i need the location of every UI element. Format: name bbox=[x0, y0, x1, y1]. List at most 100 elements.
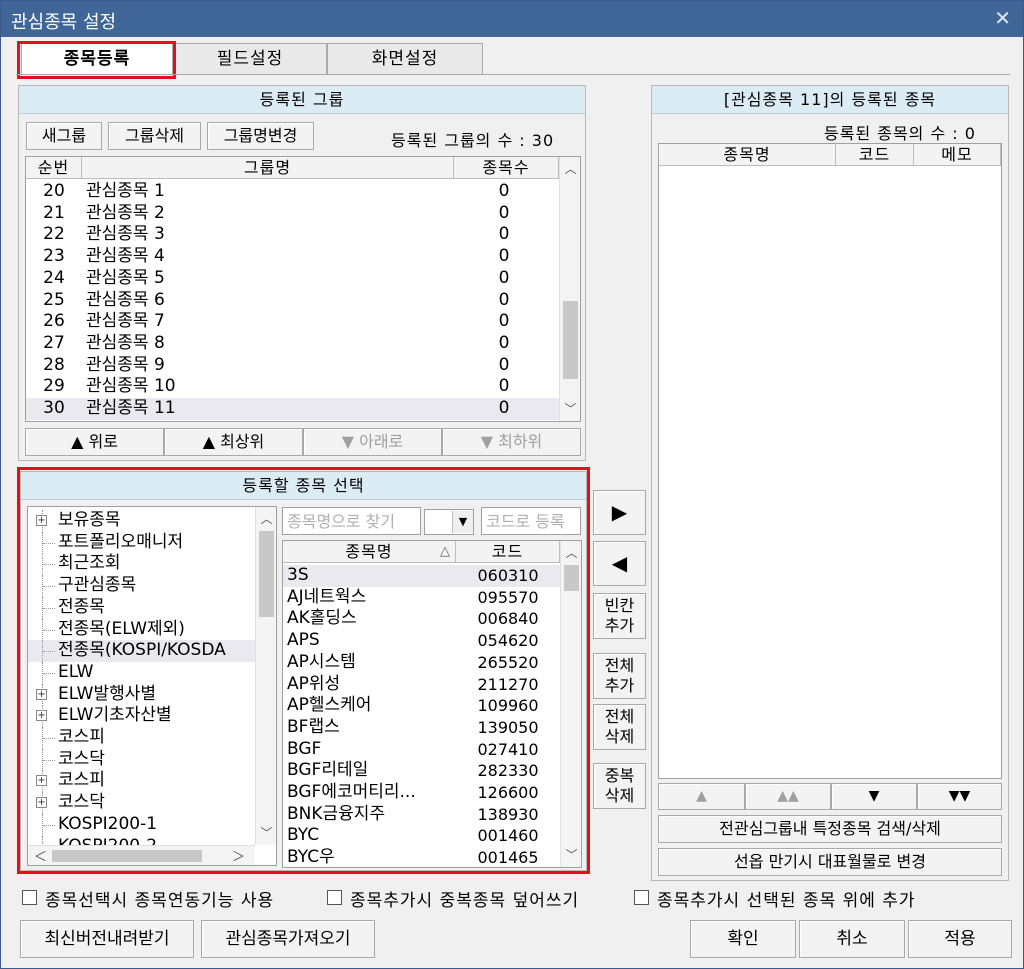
tree-item[interactable]: 최근조회 bbox=[28, 553, 255, 576]
group-row[interactable]: 29 관심종목 10 0 bbox=[26, 376, 559, 398]
remove-stock-button[interactable]: ◀ bbox=[593, 541, 646, 586]
new-group-button[interactable]: 새그룹 bbox=[26, 122, 102, 150]
reg-top-button[interactable]: ▲▲ bbox=[745, 783, 831, 810]
stock-row[interactable]: APS 054620 bbox=[283, 630, 560, 652]
stock-row[interactable]: BGF리테일 282330 bbox=[283, 760, 560, 782]
stock-name-search-input[interactable] bbox=[282, 507, 421, 535]
group-row[interactable]: 21 관심종목 2 0 bbox=[26, 203, 559, 225]
group-row[interactable]: 24 관심종목 5 0 bbox=[26, 268, 559, 290]
search-type-dropdown[interactable]: ▼ bbox=[424, 509, 474, 535]
expand-icon[interactable]: + bbox=[36, 515, 47, 526]
futures-change-button[interactable]: 선옵 만기시 대표월물로 변경 bbox=[658, 848, 1002, 876]
stock-list[interactable]: 종목명 △ 코드 3S 060310 AJ네트웍스 095570 AK홀딩스 006840… bbox=[282, 540, 582, 868]
group-row[interactable]: 26 관심종목 7 0 bbox=[26, 311, 559, 333]
rename-group-button[interactable]: 그룹명변경 bbox=[207, 122, 314, 150]
tree-hscroll[interactable]: ＜ ＞ bbox=[28, 845, 255, 865]
close-icon[interactable]: ✕ bbox=[994, 6, 1011, 30]
col-header-group-name[interactable]: 그룹명 bbox=[82, 157, 454, 179]
delete-group-button[interactable]: 그룹삭제 bbox=[108, 122, 201, 150]
reg-down-button[interactable]: ▼ bbox=[831, 783, 917, 810]
group-row[interactable]: 23 관심종목 4 0 bbox=[26, 246, 559, 268]
expand-icon[interactable]: + bbox=[36, 688, 47, 700]
stock-row[interactable]: BNK금융지주 138930 bbox=[283, 804, 560, 826]
category-tree[interactable]: + 보유종목 포트폴리오매니저 최근조회 구관심종목 전종목 전종목(ELW제외) 전종목(K… bbox=[27, 506, 277, 866]
stock-row[interactable]: AP헬스케어 109960 bbox=[283, 695, 560, 717]
tree-item[interactable]: 전종목(ELW제외) bbox=[28, 618, 255, 641]
group-row[interactable]: 20 관심종목 1 0 bbox=[26, 181, 559, 203]
hscroll-left-icon[interactable]: ＜ bbox=[34, 846, 47, 865]
expand-icon[interactable]: + bbox=[36, 775, 47, 787]
tree-scroll-down-icon[interactable]: ﹀ bbox=[256, 823, 276, 843]
stock-row[interactable]: BF랩스 139050 bbox=[283, 717, 560, 739]
tree-item[interactable]: 구관심종목 bbox=[28, 575, 255, 598]
expand-icon[interactable]: + bbox=[36, 797, 47, 809]
col-header-reg-code[interactable]: 코드 bbox=[836, 144, 914, 166]
stock-row[interactable]: AJ네트웍스 095570 bbox=[283, 587, 560, 609]
add-stock-button[interactable]: ▶ bbox=[593, 490, 646, 535]
group-row[interactable]: 30 관심종목 11 0 bbox=[26, 398, 559, 420]
col-header-code[interactable]: 코드 bbox=[456, 541, 560, 563]
stock-scroll-down-icon[interactable]: ﹀ bbox=[561, 845, 581, 865]
col-header-stock-name[interactable]: 종목명 △ bbox=[283, 541, 456, 563]
tree-scroll-thumb[interactable] bbox=[259, 531, 274, 617]
chevron-down-icon[interactable]: ▼ bbox=[452, 511, 473, 533]
search-delete-button[interactable]: 전관심그룹내 특정종목 검색/삭제 bbox=[658, 815, 1002, 843]
col-header-count[interactable]: 종목수 bbox=[454, 157, 559, 179]
download-latest-button[interactable]: 최신버전내려받기 bbox=[20, 920, 194, 958]
import-watchlist-button[interactable]: 관심종목가져오기 bbox=[201, 920, 375, 958]
tree-item[interactable]: 코스피 bbox=[28, 727, 255, 749]
stock-row[interactable]: AP위성 211270 bbox=[283, 674, 560, 696]
group-row[interactable]: 28 관심종목 9 0 bbox=[26, 355, 559, 377]
stock-row[interactable]: BYC우 001465 bbox=[283, 847, 560, 867]
tree-item[interactable]: + 코스닥 bbox=[28, 792, 255, 815]
group-row[interactable]: 27 관심종목 8 0 bbox=[26, 333, 559, 355]
col-header-no[interactable]: 순번 bbox=[26, 157, 82, 179]
groups-scrollbar[interactable]: ︿ ﹀ bbox=[559, 157, 580, 421]
tree-item[interactable]: 포트폴리오매니저 bbox=[28, 531, 255, 554]
option-overwrite-checkbox[interactable] bbox=[327, 890, 342, 905]
tree-item[interactable]: 코스닥 bbox=[28, 748, 255, 771]
tree-item[interactable]: + ELW기초자산별 bbox=[28, 705, 255, 728]
add-all-button[interactable]: 전체 추가 bbox=[593, 653, 646, 699]
hscroll-right-icon[interactable]: ＞ bbox=[232, 846, 245, 865]
tree-item[interactable]: KOSPI200-1 bbox=[28, 813, 255, 836]
col-header-reg-name[interactable]: 종목명 bbox=[659, 144, 836, 166]
tree-item[interactable]: + 보유종목 bbox=[28, 510, 255, 532]
move-up-button[interactable]: ▲ 위로 bbox=[25, 428, 164, 456]
scroll-thumb[interactable] bbox=[563, 301, 578, 379]
groups-table[interactable]: 순번 그룹명 종목수 20 관심종목 1 0 21 관심종목 2 0 22 관심종목 3 0 23… bbox=[25, 156, 581, 422]
stock-scrollbar[interactable]: ︿ ﹀ bbox=[560, 541, 581, 867]
stock-row[interactable]: 3S 060310 bbox=[283, 565, 560, 587]
cancel-button[interactable]: 취소 bbox=[799, 920, 905, 958]
delete-all-button[interactable]: 전체 삭제 bbox=[593, 704, 646, 750]
tree-scroll-up-icon[interactable]: ︿ bbox=[256, 509, 276, 529]
group-row[interactable]: 25 관심종목 6 0 bbox=[26, 290, 559, 312]
scroll-down-icon[interactable]: ﹀ bbox=[560, 399, 580, 419]
stock-row[interactable]: BGF 027410 bbox=[283, 739, 560, 761]
move-top-button[interactable]: ▲ 최상위 bbox=[164, 428, 303, 456]
stock-scroll-thumb[interactable] bbox=[564, 565, 579, 591]
tree-item[interactable]: 전종목(KOSPI/KOSDA bbox=[28, 640, 255, 663]
ok-button[interactable]: 확인 bbox=[690, 920, 796, 958]
tree-item[interactable]: + ELW발행사별 bbox=[28, 683, 255, 706]
registered-list[interactable]: 종목명 코드 메모 bbox=[658, 143, 1002, 779]
scroll-up-icon[interactable]: ︿ bbox=[560, 159, 580, 179]
col-header-reg-memo[interactable]: 메모 bbox=[914, 144, 1001, 166]
stock-scroll-up-icon[interactable]: ︿ bbox=[561, 543, 581, 563]
stock-row[interactable]: AP시스템 265520 bbox=[283, 652, 560, 674]
stock-row[interactable]: BYC 001460 bbox=[283, 825, 560, 847]
hscroll-thumb[interactable] bbox=[52, 850, 202, 862]
tree-vscroll[interactable]: ︿ ﹀ bbox=[255, 507, 276, 845]
code-search-input[interactable] bbox=[481, 507, 581, 535]
move-bottom-button[interactable]: ▼ 최하위 bbox=[442, 428, 581, 456]
stock-row[interactable]: AK홀딩스 006840 bbox=[283, 608, 560, 630]
stock-row[interactable]: BGF에코머티리... 126600 bbox=[283, 782, 560, 804]
tab-register[interactable]: 종목등록 bbox=[21, 43, 173, 74]
tree-item[interactable]: 전종목 bbox=[28, 596, 255, 619]
group-row[interactable]: 22 관심종목 3 0 bbox=[26, 224, 559, 246]
dup-delete-button[interactable]: 중복 삭제 bbox=[593, 763, 646, 809]
apply-button[interactable]: 적용 bbox=[908, 920, 1012, 958]
move-down-button[interactable]: ▼ 아래로 bbox=[303, 428, 442, 456]
option-add-above-checkbox[interactable] bbox=[634, 890, 649, 905]
expand-icon[interactable]: + bbox=[36, 710, 47, 722]
